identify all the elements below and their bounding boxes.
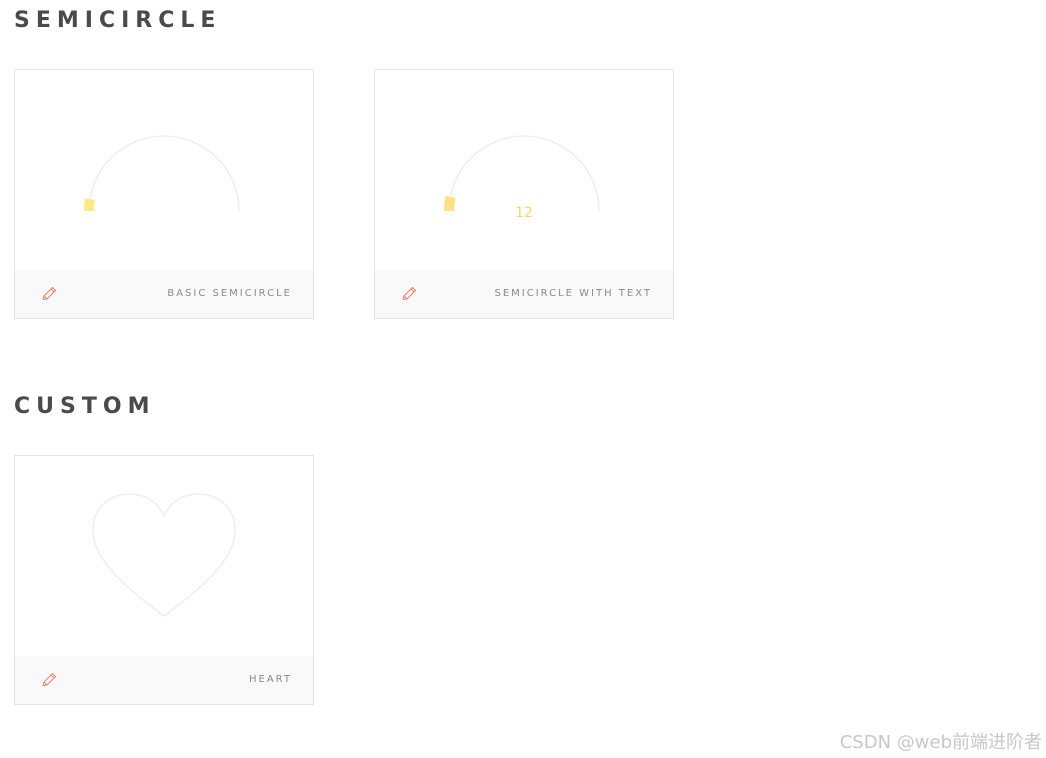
heart-canvas — [15, 456, 313, 656]
section-title-custom: CUSTOM — [14, 394, 156, 419]
card-basic-semicircle: BASIC SEMICIRCLE — [14, 69, 314, 319]
card-label-basic-semicircle: BASIC SEMICIRCLE — [167, 288, 292, 299]
card-footer: SEMICIRCLE WITH TEXT — [375, 270, 673, 318]
pencil-icon — [42, 287, 56, 300]
section-title-semicircle: SEMICIRCLE — [14, 8, 222, 33]
pencil-icon — [42, 673, 56, 686]
watermark: CSDN @web前端进阶者 — [839, 732, 1042, 753]
edit-button[interactable] — [39, 670, 59, 690]
heart-trail — [92, 493, 236, 617]
card-heart: HEART — [14, 455, 314, 705]
card-footer: BASIC SEMICIRCLE — [15, 270, 313, 318]
pencil-icon — [402, 287, 416, 300]
edit-button[interactable] — [39, 284, 59, 304]
semicircle-with-text-canvas: 12 — [375, 70, 673, 270]
card-label-semicircle-with-text: SEMICIRCLE WITH TEXT — [494, 288, 652, 299]
semicircle-trail — [88, 135, 240, 212]
semicircle-with-text-svg: 12 — [444, 135, 600, 221]
semicircle-value-text: 12 — [515, 205, 533, 221]
card-semicircle-with-text: 12 SEMICIRCLE WITH TEXT — [374, 69, 674, 319]
semicircle-trail — [448, 135, 600, 212]
semicircle-progress — [444, 196, 456, 212]
edit-button[interactable] — [399, 284, 419, 304]
card-label-heart: HEART — [248, 674, 292, 685]
card-footer: HEART — [15, 656, 313, 704]
basic-semicircle-svg — [83, 135, 240, 212]
basic-semicircle-canvas — [15, 70, 313, 270]
semicircle-progress — [83, 198, 95, 212]
page: SEMICIRCLE BASIC SEMICIRCLE 12 SEMICIRCL… — [0, 0, 1046, 758]
heart-svg — [92, 493, 236, 617]
